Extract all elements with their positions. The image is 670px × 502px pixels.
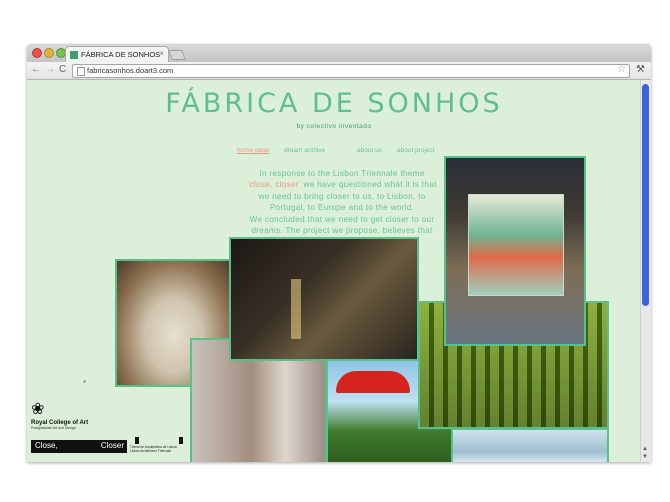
intro-line: dreams. The project we propose, believes… — [251, 226, 433, 236]
scroll-up-arrow-icon[interactable]: ▲ — [642, 446, 648, 452]
rca-logo[interactable]: ❀ Royal College of Art Postgraduate Art … — [31, 401, 101, 431]
rca-subtitle: Postgraduate Art and Design — [31, 426, 76, 430]
photo-dark-interior[interactable] — [229, 237, 419, 361]
page-icon — [77, 67, 85, 76]
close-closer-banner[interactable]: Close, Closer — [31, 440, 127, 453]
scroll-down-arrow-icon[interactable]: ▼ — [642, 454, 648, 460]
umbrella-shape — [336, 371, 410, 393]
rca-crest-icon: ❀ — [31, 401, 45, 418]
intro-line: In response to the Lisbon Triennale them… — [259, 169, 425, 178]
address-bar[interactable]: fabricasonhos.doart3.com ☆ — [72, 64, 630, 78]
wrench-menu-icon[interactable]: ⚒ — [636, 64, 645, 75]
decorative-dot — [83, 380, 86, 383]
page-content: FÁBRICA DE SONHOS by colectivo inventado… — [27, 80, 641, 462]
photo-person-with-poster[interactable] — [444, 156, 586, 346]
poster-sheet — [468, 194, 564, 296]
nav-link-dream-archive[interactable]: dream archive — [284, 147, 325, 154]
window-close-button[interactable] — [32, 48, 42, 58]
back-arrow-icon[interactable]: ← — [31, 64, 41, 75]
closer-label: Closer — [100, 441, 124, 450]
tab-close-icon[interactable]: × — [159, 49, 164, 58]
intro-line: ‘close, closer’ we have questioned what … — [217, 179, 467, 190]
scrollbar-thumb[interactable] — [642, 84, 649, 306]
browser-toolbar: ← → C fabricasonhos.doart3.com ☆ ⚒ — [27, 62, 651, 80]
vertical-scrollbar[interactable]: ▲ ▼ — [640, 80, 651, 462]
tab-bar: FÁBRICA DE SONHOS × — [27, 44, 651, 63]
intro-line: Portugal, to Europe and to the world. — [269, 203, 415, 213]
nav-link-about-project[interactable]: about project — [397, 147, 435, 154]
url-text[interactable]: fabricasonhos.doart3.com — [87, 66, 173, 75]
nav-link-home[interactable]: home page — [237, 147, 270, 154]
intro-line: we need to bring closer to us, to Lisbon… — [258, 191, 426, 201]
favicon-icon — [70, 51, 78, 59]
window-minimize-button[interactable] — [44, 48, 54, 58]
nav-link-about-us[interactable]: about us — [357, 147, 382, 154]
trienal-mark-icon — [135, 437, 183, 444]
forward-arrow-icon[interactable]: → — [45, 64, 55, 75]
new-tab-button[interactable] — [168, 50, 186, 60]
tab-title: FÁBRICA DE SONHOS — [81, 50, 161, 59]
trienal-logo[interactable]: Trienal de Arquitectura de Lisboa Lisbon… — [130, 437, 184, 453]
reload-icon[interactable]: C — [59, 64, 66, 75]
photo-water[interactable] — [451, 428, 609, 462]
intro-line: We concluded that we need to get closer … — [249, 214, 435, 224]
trienal-text: Trienal de Arquitectura de Lisboa Lisbon… — [130, 445, 177, 453]
theme-quote: ‘close, closer’ — [247, 180, 301, 190]
intro-line-rest: we have questioned what it is that — [300, 180, 437, 190]
site-byline: by colectivo inventado — [296, 123, 372, 130]
tab-fabrica-de-sonhos[interactable]: FÁBRICA DE SONHOS × — [65, 46, 169, 63]
site-title: FÁBRICA DE SONHOS — [165, 88, 503, 119]
close-label: Close, — [35, 441, 58, 450]
browser-window: FÁBRICA DE SONHOS × ← → C fabricasonhos.… — [27, 44, 651, 462]
bookmark-star-icon[interactable]: ☆ — [617, 64, 626, 75]
